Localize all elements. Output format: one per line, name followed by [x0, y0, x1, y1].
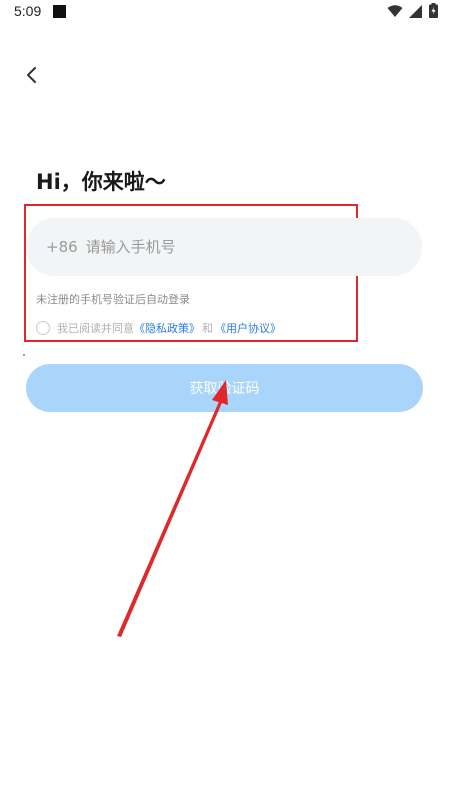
status-bar: 5:09 — [0, 0, 450, 26]
page-title: Hi，你来啦～ — [36, 170, 166, 194]
agreement-checkbox[interactable] — [36, 321, 50, 335]
country-code[interactable]: +86 — [46, 238, 78, 256]
battery-icon — [429, 2, 438, 22]
register-hint: 未注册的手机号验证后自动登录 — [36, 293, 190, 306]
status-time: 5:09 — [14, 3, 42, 19]
back-button[interactable] — [18, 63, 46, 91]
wifi-icon — [387, 3, 403, 22]
chevron-left-icon — [25, 66, 39, 88]
privacy-policy-link[interactable]: 《隐私政策》 — [134, 320, 200, 336]
agreement-prefix: 我已阅读并同意 — [57, 322, 134, 335]
phone-field[interactable]: +86 — [26, 218, 422, 276]
notification-icon — [53, 5, 66, 18]
agreement-row: 我已阅读并同意 《隐私政策》 和 《用户协议》 — [36, 320, 281, 336]
agreement-conjunction: 和 — [202, 322, 213, 335]
decorative-dot — [23, 354, 25, 356]
phone-input[interactable] — [85, 238, 366, 256]
status-icons — [387, 2, 438, 22]
user-agreement-link[interactable]: 《用户协议》 — [215, 320, 281, 336]
cell-signal-icon — [409, 3, 423, 22]
get-code-button[interactable]: 获取验证码 — [26, 364, 423, 412]
